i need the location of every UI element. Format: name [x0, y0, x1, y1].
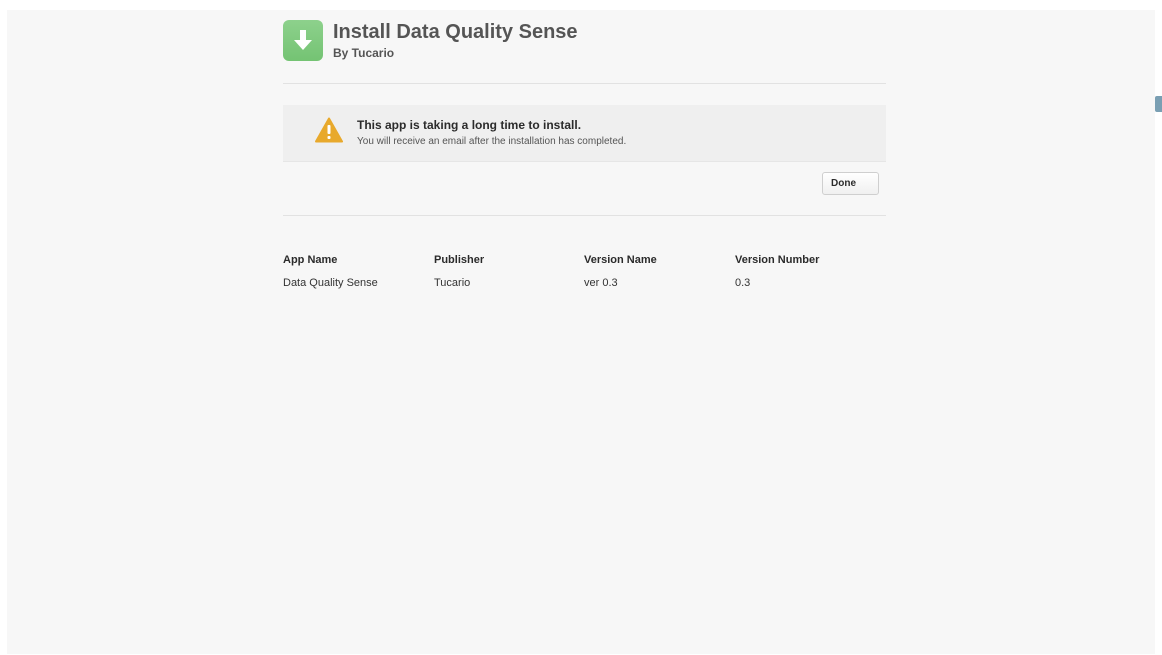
done-button[interactable]: Done	[822, 172, 879, 195]
install-page: Install Data Quality Sense By Tucario Th…	[7, 10, 1162, 654]
column-header: App Name	[283, 254, 338, 266]
side-panel-tab[interactable]	[1155, 96, 1162, 112]
column-value: 0.3	[735, 277, 751, 289]
column-value: ver 0.3	[584, 277, 618, 289]
column-value: Data Quality Sense	[283, 277, 378, 289]
install-header: Install Data Quality Sense By Tucario	[283, 20, 886, 84]
warning-triangle-icon	[315, 117, 343, 143]
alert-title: This app is taking a long time to instal…	[357, 118, 582, 132]
column-header: Version Number	[735, 254, 820, 266]
publisher-subtitle: By Tucario	[333, 46, 395, 60]
section-divider	[283, 215, 886, 216]
app-name-column: App Name Data Quality Sense	[283, 254, 378, 289]
page-title: Install Data Quality Sense	[333, 21, 578, 43]
column-value: Tucario	[434, 277, 471, 289]
alert-message: You will receive an email after the inst…	[357, 136, 627, 147]
version-name-column: Version Name ver 0.3	[584, 254, 657, 289]
publisher-column: Publisher Tucario	[434, 254, 484, 289]
version-number-column: Version Number 0.3	[735, 254, 819, 289]
column-header: Version Name	[584, 254, 657, 266]
column-header: Publisher	[434, 254, 485, 266]
install-warning-alert: This app is taking a long time to instal…	[283, 105, 886, 162]
download-arrow-icon	[283, 20, 323, 61]
